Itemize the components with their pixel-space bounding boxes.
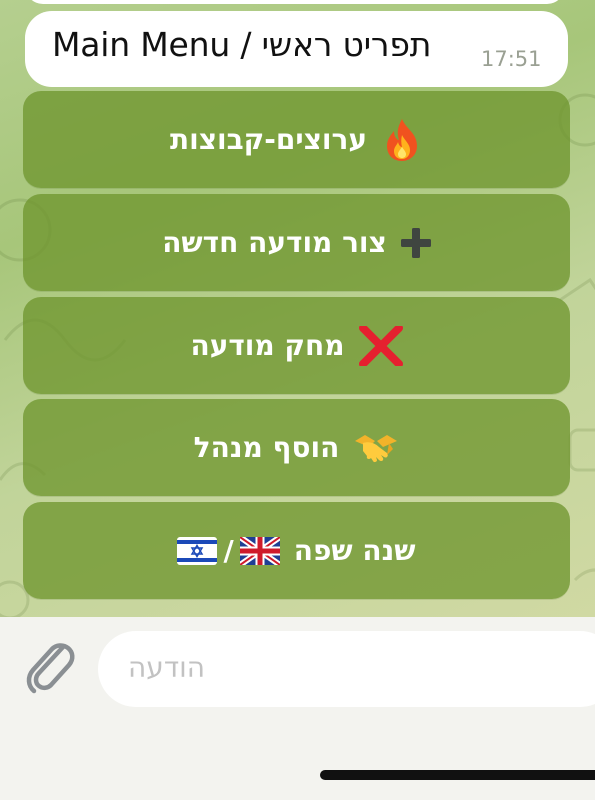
handshake-icon bbox=[353, 431, 399, 465]
home-indicator[interactable] bbox=[320, 770, 595, 780]
cross-mark-icon bbox=[358, 325, 403, 366]
keyboard-button-change-language[interactable]: שנה שפה / bbox=[23, 502, 570, 599]
keyboard-button-label: שנה שפה bbox=[293, 534, 416, 567]
previous-message-bubble bbox=[25, 0, 565, 4]
language-separator: / bbox=[223, 534, 234, 567]
keyboard-button-delete-ad[interactable]: מחק מודעה bbox=[23, 297, 570, 394]
keyboard-button-create-ad[interactable]: צור מודעה חדשה bbox=[23, 194, 570, 291]
keyboard-button-channels-groups[interactable]: ערוצים-קבוצות bbox=[23, 91, 570, 188]
message-bubble: Main Menu / תפריט ראשי 17:51 bbox=[25, 11, 568, 87]
uk-flag-icon bbox=[239, 536, 280, 565]
message-input[interactable]: הודעה bbox=[98, 631, 595, 707]
paperclip-icon bbox=[23, 637, 77, 699]
message-text: Main Menu / תפריט ראשי bbox=[52, 25, 432, 64]
message-timestamp: 17:51 bbox=[481, 47, 542, 71]
keyboard-button-label: מחק מודעה bbox=[190, 329, 345, 362]
attach-button[interactable] bbox=[22, 638, 78, 698]
keyboard-button-label: ערוצים-קבוצות bbox=[169, 123, 368, 156]
keyboard-button-label: צור מודעה חדשה bbox=[162, 226, 387, 259]
plus-icon bbox=[400, 227, 431, 258]
message-input-placeholder: הודעה bbox=[128, 651, 206, 684]
keyboard-button-label: הוסף מנהל bbox=[193, 431, 340, 464]
fire-icon bbox=[381, 117, 423, 163]
keyboard-button-add-admin[interactable]: הוסף מנהל bbox=[23, 399, 570, 496]
chat-background: Main Menu / תפריט ראשי 17:51 ערוצים-קבוצ… bbox=[0, 0, 595, 617]
israel-flag-icon bbox=[177, 536, 218, 565]
